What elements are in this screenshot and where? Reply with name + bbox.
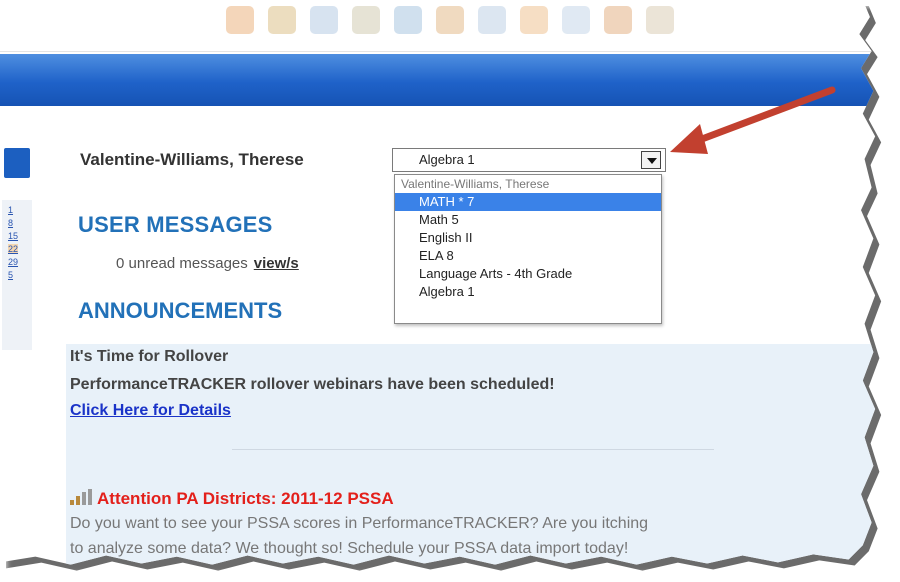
annotation-arrow-icon: [670, 86, 836, 154]
globe-icon[interactable]: [436, 6, 464, 34]
signal-bars-icon: [70, 489, 92, 505]
dropdown-option[interactable]: Language Arts - 4th Grade: [395, 265, 661, 283]
users-icon[interactable]: [352, 6, 380, 34]
calendar-day[interactable]: 29: [8, 257, 18, 267]
calendar-header: [4, 148, 30, 178]
course-dropdown-list: Valentine-Williams, Therese MATH * 7 Mat…: [394, 174, 662, 324]
pssa-body-line: to analyze some data? We thought so! Sch…: [70, 540, 629, 557]
announcement-divider: [232, 449, 714, 450]
dropdown-option-highlighted[interactable]: MATH * 7: [395, 193, 661, 211]
calendar-day-current[interactable]: 22: [8, 244, 19, 254]
calendar-day[interactable]: 8: [8, 218, 18, 228]
pssa-body-line: Do you want to see your PSSA scores in P…: [70, 515, 649, 532]
calendar-day[interactable]: 5: [8, 270, 18, 280]
user-messages-heading: USER MESSAGES: [78, 212, 273, 237]
unread-count-text: 0 unread messages: [116, 255, 248, 272]
rollover-title: It's Time for Rollover: [70, 348, 229, 365]
home-icon[interactable]: [226, 6, 254, 34]
top-toolbar: [0, 0, 876, 52]
announcements-heading: ANNOUNCEMENTS: [78, 298, 283, 323]
dropdown-option[interactable]: English II: [395, 229, 661, 247]
calendar-day[interactable]: 15: [8, 231, 18, 241]
details-link[interactable]: Click Here for Details: [70, 402, 231, 420]
unread-messages: 0 unread messages view/s: [116, 255, 299, 272]
dropdown-option[interactable]: ELA 8: [395, 247, 661, 265]
course-select[interactable]: Algebra 1: [392, 148, 666, 172]
page-canvas: 1 8 15 22 29 5 Valentine-Williams, There…: [0, 0, 876, 565]
bar-chart-icon[interactable]: [394, 6, 422, 34]
screenshot-frame: 1 8 15 22 29 5 Valentine-Williams, There…: [0, 0, 900, 582]
rollover-body: PerformanceTRACKER rollover webinars hav…: [70, 376, 555, 393]
stats-icon[interactable]: [478, 6, 506, 34]
calendar-days: 1 8 15 22 29 5: [8, 205, 19, 280]
folder-icon[interactable]: [520, 6, 548, 34]
tools-icon[interactable]: [604, 6, 632, 34]
chevron-down-icon[interactable]: [641, 151, 661, 169]
flag-icon[interactable]: [268, 6, 296, 34]
toolbar-icon-row: [226, 6, 674, 34]
user-name: Valentine-Williams, Therese: [80, 150, 304, 169]
dropdown-option[interactable]: Valentine-Williams, Therese: [395, 175, 661, 193]
dropdown-option[interactable]: Algebra 1: [395, 283, 661, 301]
calendar-day[interactable]: 1: [8, 205, 18, 215]
pssa-title: Attention PA Districts: 2011-12 PSSA: [97, 489, 394, 508]
view-messages-link[interactable]: view/s: [254, 255, 299, 272]
chart-icon[interactable]: [310, 6, 338, 34]
dropdown-option[interactable]: Math 5: [395, 211, 661, 229]
document-icon[interactable]: [562, 6, 590, 34]
help-icon[interactable]: [646, 6, 674, 34]
course-select-value: Algebra 1: [419, 152, 475, 167]
